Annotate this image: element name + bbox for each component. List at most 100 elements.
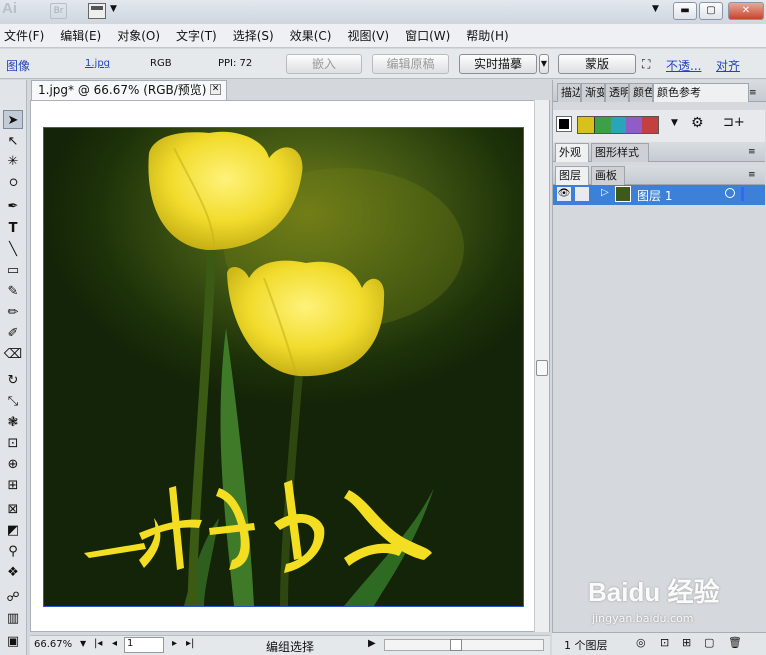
pen-tool-icon[interactable]: ✒ [3,197,23,216]
align-link[interactable]: 对齐 [716,57,740,74]
warp-tool-icon[interactable]: ❃ [3,413,23,432]
status-menu-icon[interactable]: ▶ [368,638,376,649]
close-tab-icon[interactable]: ✕ [210,84,221,95]
edit-original-button[interactable]: 编辑原稿 [372,54,449,74]
symbol-sprayer-tool-icon[interactable]: ☍ [3,588,23,607]
eraser-tool-icon[interactable]: ⌫ [3,345,23,364]
artboard-tool-icon[interactable]: ▣ [3,632,23,651]
delete-layer-icon[interactable]: 🗑 [728,636,742,649]
scroll-thumb[interactable] [536,360,548,376]
horizontal-scrollbar[interactable] [384,639,544,651]
ppi-value: PPI: 72 [218,58,253,69]
tab-stroke[interactable]: 描边 [557,83,581,102]
mesh-tool-icon[interactable]: ⊠ [3,500,23,519]
live-trace-dropdown-icon[interactable]: ▼ [539,54,549,74]
harmony-swatch-1[interactable] [578,117,595,133]
lasso-tool-icon[interactable]: ഠ [3,173,23,192]
zoom-field[interactable]: 66.67% [34,639,72,650]
live-trace-button[interactable]: 实时描摹 [459,54,537,74]
harmony-swatch-4[interactable] [626,117,643,133]
blend-tool-icon[interactable]: ❖ [3,563,23,582]
next-page-icon[interactable]: ▸ [172,638,177,649]
opacity-link[interactable]: 不透... [666,57,701,74]
harmony-swatch-3[interactable] [610,117,627,133]
menu-file[interactable]: 文件(F) [4,27,44,44]
selection-tool-icon[interactable]: ➤ [3,110,23,129]
menu-effect[interactable]: 效果(C) [290,27,332,44]
layers-menu-icon[interactable]: ≡ [748,170,755,180]
line-tool-icon[interactable]: ╲ [3,240,23,259]
tab-gradient[interactable]: 渐变 [581,83,605,102]
workspace-dropdown-icon[interactable]: ▼ [652,4,659,14]
column-graph-tool-icon[interactable]: ▥ [3,609,23,628]
rotate-tool-icon[interactable]: ↻ [3,371,23,390]
last-page-icon[interactable]: ▸| [186,638,194,649]
scale-tool-icon[interactable]: ⤡ [3,392,23,411]
h-scroll-thumb[interactable] [450,639,462,651]
locate-object-icon[interactable]: ◎ [636,636,646,649]
panel-menu-icon[interactable]: ≡ [749,88,756,98]
close-button[interactable]: ✕ [728,2,764,20]
rectangle-tool-icon[interactable]: ▭ [3,261,23,280]
harmony-dropdown-icon[interactable]: ▼ [671,118,678,128]
tab-color-guide[interactable]: 颜色参考 [653,83,749,102]
magic-wand-tool-icon[interactable]: ✳ [3,152,23,171]
color-mode: RGB [150,58,172,69]
menu-select[interactable]: 选择(S) [233,27,274,44]
expand-triangle-icon[interactable]: ▷ [601,187,609,198]
menu-edit[interactable]: 编辑(E) [60,27,101,44]
eyedropper-tool-icon[interactable]: ⚲ [3,542,23,561]
first-page-icon[interactable]: |◂ [94,638,102,649]
file-link[interactable]: 1.jpg [85,58,110,69]
appearance-menu-icon[interactable]: ≡ [748,147,755,157]
tab-graphic-styles[interactable]: 图形样式 [591,143,649,162]
mask-button[interactable]: 蒙版 [558,54,636,74]
layer-row[interactable]: 👁 ▷ 图层 1 [553,185,765,205]
direct-selection-tool-icon[interactable]: ↖ [3,132,23,151]
paintbrush-tool-icon[interactable]: ✎ [3,282,23,301]
menu-type[interactable]: 文字(T) [176,27,217,44]
arrange-documents-icon[interactable] [88,3,106,19]
minimize-button[interactable]: ▬ [673,2,697,20]
new-layer-icon[interactable]: ▢ [704,636,714,649]
new-sublayer-icon[interactable]: ⊞ [682,636,691,649]
harmony-swatch-2[interactable] [594,117,611,133]
transform-icon[interactable]: ⛶ [642,57,650,72]
document-tab[interactable]: 1.jpg* @ 66.67% (RGB/预览) [31,80,227,100]
zoom-dropdown-icon[interactable]: ▼ [80,639,86,648]
lock-toggle[interactable] [575,187,589,201]
tab-layers[interactable]: 图层 [555,166,589,185]
color-group-icon[interactable]: ⚙ [691,115,704,131]
menu-object[interactable]: 对象(O) [117,27,160,44]
menu-window[interactable]: 窗口(W) [405,27,450,44]
save-group-icon[interactable]: ⊐+ [723,115,745,130]
menu-view[interactable]: 视图(V) [347,27,389,44]
gradient-tool-icon[interactable]: ◩ [3,521,23,540]
chevron-down-icon[interactable]: ▼ [110,4,117,14]
tab-transparency[interactable]: 透明 [605,83,629,102]
shape-builder-tool-icon[interactable]: ⊕ [3,455,23,474]
make-clipping-mask-icon[interactable]: ⊡ [660,636,669,649]
menu-help[interactable]: 帮助(H) [466,27,508,44]
free-transform-tool-icon[interactable]: ⊡ [3,434,23,453]
tab-artboards[interactable]: 画板 [591,166,625,185]
harmony-swatch-5[interactable] [642,117,658,133]
target-icon[interactable] [725,188,735,198]
placed-image[interactable] [43,127,524,607]
maximize-button[interactable]: ▢ [699,2,723,20]
status-bar: 66.67% ▼ |◂ ◂ 1 ▸ ▸| 编组选择 ▶ [30,635,550,655]
visibility-eye-icon[interactable]: 👁 [557,187,571,201]
tab-color[interactable]: 颜色 [629,83,653,102]
pencil-tool-icon[interactable]: ✏ [3,303,23,322]
base-color-swatch[interactable] [556,116,572,132]
blob-brush-tool-icon[interactable]: ✐ [3,324,23,343]
type-tool-icon[interactable]: T [3,219,23,238]
bridge-button[interactable]: Br [50,3,67,19]
embed-button[interactable]: 嵌入 [286,54,362,74]
harmony-swatches[interactable] [577,116,659,134]
tab-appearance[interactable]: 外观 [555,143,589,162]
prev-page-icon[interactable]: ◂ [112,638,117,649]
layer-name[interactable]: 图层 1 [637,187,672,204]
perspective-grid-tool-icon[interactable]: ⊞ [3,476,23,495]
page-field[interactable]: 1 [124,637,164,653]
